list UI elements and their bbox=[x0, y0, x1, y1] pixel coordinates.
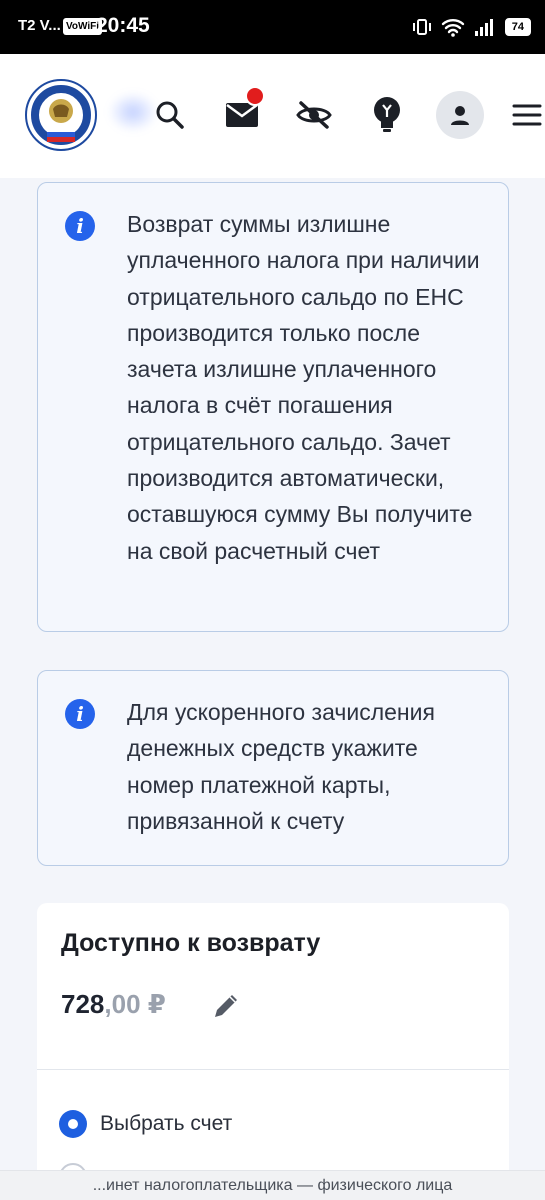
messages-button[interactable] bbox=[217, 86, 267, 140]
hide-eye-icon bbox=[296, 101, 332, 129]
menu-icon bbox=[512, 104, 542, 126]
refund-title: Доступно к возврату bbox=[61, 929, 321, 957]
menu-button[interactable] bbox=[509, 90, 545, 140]
amount-decimal: ,00 ₽ bbox=[104, 989, 166, 1019]
refund-card: Доступно к возврату 728,00 ₽ Выбрать сче… bbox=[37, 903, 509, 1200]
battery-icon: 74 bbox=[504, 18, 531, 36]
profile-button[interactable] bbox=[435, 90, 485, 140]
info-card-card-number: i Для ускоренного зачисления денежных ср… bbox=[37, 670, 509, 866]
info-text: Возврат суммы излишне уплаченного налога… bbox=[127, 211, 480, 564]
search-icon bbox=[156, 101, 184, 129]
clock: 20:45 bbox=[96, 14, 150, 37]
radio-label: Выбрать счет bbox=[100, 1112, 233, 1135]
choose-account-option[interactable]: Выбрать счет bbox=[59, 1110, 232, 1138]
info-icon: i bbox=[65, 211, 95, 241]
pencil-icon[interactable] bbox=[209, 989, 243, 1023]
divider bbox=[37, 1069, 509, 1070]
tips-button[interactable] bbox=[362, 90, 412, 140]
user-icon bbox=[451, 106, 469, 125]
radio-selected[interactable] bbox=[59, 1110, 87, 1138]
lightbulb-icon bbox=[374, 97, 400, 132]
app-header bbox=[0, 54, 545, 178]
fns-emblem-logo[interactable] bbox=[25, 79, 97, 151]
refund-amount: 728,00 ₽ bbox=[61, 989, 166, 1020]
avatar bbox=[436, 91, 484, 139]
browser-url-bar[interactable]: ...инет налогоплательщика — физического … bbox=[0, 1170, 545, 1200]
info-icon: i bbox=[65, 699, 95, 729]
status-bar: T2 V... VoWiFi 20:45 74 bbox=[0, 0, 545, 54]
carrier-label: T2 V... bbox=[18, 17, 61, 34]
status-icons: 74 bbox=[412, 15, 531, 39]
wifi-icon bbox=[441, 19, 464, 37]
hide-values-button[interactable] bbox=[289, 90, 339, 140]
search-button[interactable] bbox=[145, 90, 195, 140]
signal-icon bbox=[474, 19, 493, 36]
info-text: Для ускоренного зачисления денежных сред… bbox=[127, 699, 435, 834]
notification-badge bbox=[245, 86, 265, 106]
vibrate-icon bbox=[412, 19, 431, 35]
info-card-negative-balance: i Возврат суммы излишне уплаченного нало… bbox=[37, 182, 509, 632]
amount-integer: 728 bbox=[61, 989, 105, 1019]
